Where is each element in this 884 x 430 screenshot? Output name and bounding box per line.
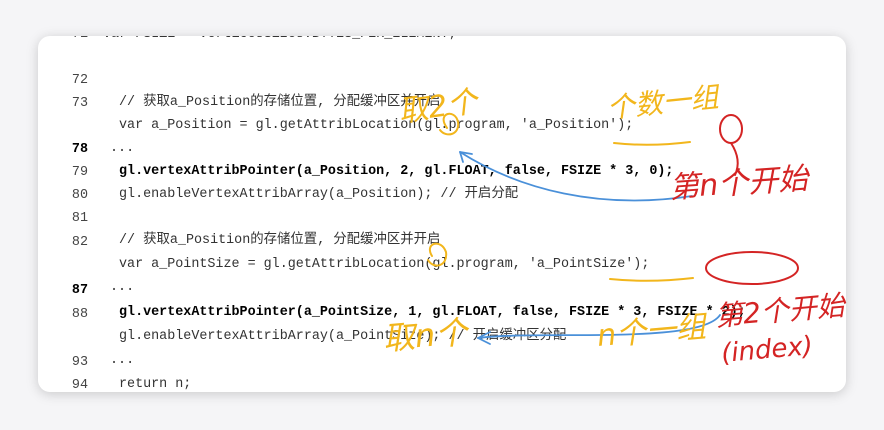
code-line: 72 // 获取a_Position的存储位置, 分配缓冲区并开启 bbox=[38, 48, 846, 110]
line-code: return n; bbox=[119, 377, 192, 392]
code-line: 79 gl.enableVertexAttribArray(a_Position… bbox=[38, 140, 846, 202]
code-line: 88 gl.enableVertexAttribArray(a_PointSiz… bbox=[38, 282, 846, 344]
code-line: ... bbox=[38, 94, 846, 156]
code-line: ... bbox=[38, 233, 846, 295]
code-line: 94 } bbox=[38, 353, 846, 392]
line-number: 71 bbox=[38, 36, 88, 46]
code-line: 82 var a_PointSize = gl.getAttribLocatio… bbox=[38, 210, 846, 272]
code-line: 73 var a_Position = gl.getAttribLocation… bbox=[38, 71, 846, 133]
line-code: var FSIZE = verticesSizes.BYTES_PER_ELEM… bbox=[103, 36, 457, 46]
code-listing: 71 var FSIZE = verticesSizes.BYTES_PER_E… bbox=[38, 36, 846, 392]
code-line: 87 gl.vertexAttribPointer(a_PointSize, 1… bbox=[38, 258, 846, 320]
code-line: 81 // 获取a_Position的存储位置, 分配缓冲区并开启 bbox=[38, 186, 846, 248]
code-line: 80 bbox=[38, 163, 846, 203]
code-line: 78 gl.vertexAttribPointer(a_Position, 2,… bbox=[38, 117, 846, 179]
code-line: ... bbox=[38, 306, 846, 368]
code-line: 93 return n; bbox=[38, 330, 846, 392]
line-number: 94 bbox=[71, 378, 88, 392]
